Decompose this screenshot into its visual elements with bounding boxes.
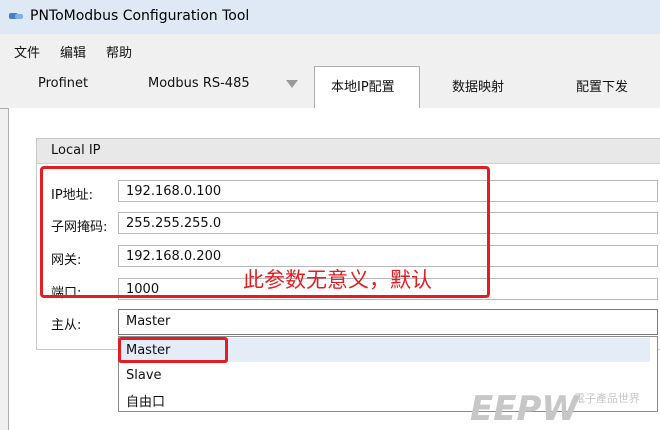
tab-local-ip-config[interactable]: 本地IP配置 [331,76,395,95]
app-icon [9,13,23,19]
role-selected-value: Master [126,314,171,329]
menu-help[interactable]: 帮助 [106,42,132,61]
window-title: PNToModbus Configuration Tool [30,8,250,24]
menu-edit[interactable]: 编辑 [60,42,86,61]
tab-config-download[interactable]: 配置下发 [576,76,628,95]
tab-data-mapping[interactable]: 数据映射 [452,76,504,95]
tab-modbus-rs485[interactable]: Modbus RS-485 [148,76,250,91]
annotation-box-master [118,337,228,363]
svg-text:電子產品世界: 電子產品世界 [574,391,640,405]
menu-bar [0,34,660,64]
eepw-watermark-logo: EEPW 電子產品世界 [470,389,640,426]
chevron-down-icon[interactable] [286,80,298,88]
svg-text:EEPW: EEPW [470,389,580,426]
group-title: Local IP [51,143,101,158]
role-label: 主从: [51,318,82,333]
menu-file[interactable]: 文件 [14,42,40,61]
role-select[interactable] [118,309,658,335]
tab-profinet[interactable]: Profinet [38,76,88,91]
option-free-port[interactable]: 自由口 [126,391,165,410]
annotation-text: 此参数无意义，默认 [243,268,432,292]
option-slave[interactable]: Slave [126,368,162,383]
group-header [37,139,660,164]
